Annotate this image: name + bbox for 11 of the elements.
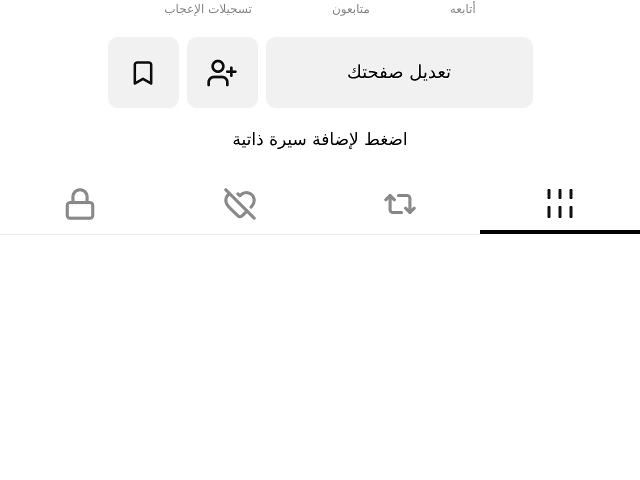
stat-label: أتابعه [450, 0, 476, 18]
add-user-icon [206, 56, 238, 88]
bookmark-button[interactable] [108, 37, 178, 108]
add-friend-button[interactable] [186, 37, 258, 108]
lock-icon [63, 186, 97, 220]
columns-icon [545, 188, 575, 220]
stat-label: متابعون [332, 1, 370, 18]
hidden-heart-icon [223, 186, 257, 220]
add-bio-link[interactable]: اضغط لإضافة سيرة ذاتية [232, 128, 408, 154]
edit-profile-button[interactable]: تعديل صفحتك [266, 37, 532, 108]
stat-label: تسجيلات الإعجاب [164, 1, 252, 18]
